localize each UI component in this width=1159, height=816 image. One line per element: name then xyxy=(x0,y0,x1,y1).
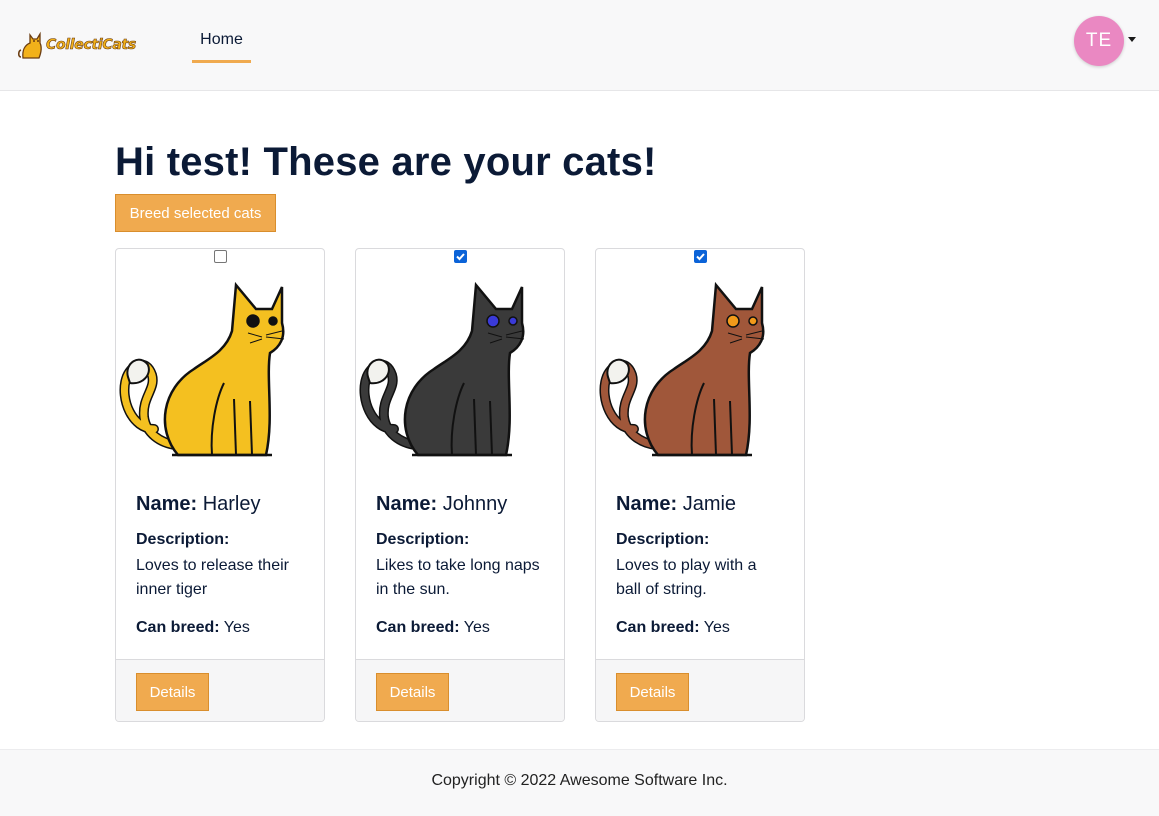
can-breed-value: Yes xyxy=(463,619,490,636)
cat-card: Name: Jamie Description: Loves to play w… xyxy=(595,248,805,722)
cat-image xyxy=(119,281,285,457)
brand-logo-link[interactable]: CollectiCats xyxy=(17,30,137,60)
user-avatar[interactable]: TE xyxy=(1074,16,1124,66)
can-breed-value: Yes xyxy=(223,619,250,636)
card-footer: Details xyxy=(596,659,804,721)
card-footer: Details xyxy=(356,659,564,721)
cat-name-line: Name: Harley xyxy=(136,493,261,516)
description-label: Description: xyxy=(376,531,470,548)
cat-image xyxy=(359,281,525,457)
cat-card: Name: Johnny Description: Likes to take … xyxy=(355,248,565,722)
page-footer: Copyright © 2022 Awesome Software Inc. xyxy=(0,749,1159,816)
name-label: Name: xyxy=(616,493,678,515)
cat-description: Loves to release their inner tiger xyxy=(136,557,289,598)
details-button[interactable]: Details xyxy=(376,673,449,711)
cat-name-line: Name: Jamie xyxy=(616,493,736,516)
breed-selected-cats-button[interactable]: Breed selected cats xyxy=(115,194,276,232)
can-breed-line: Can breed: Yes xyxy=(616,619,730,637)
description-label: Description: xyxy=(136,531,230,548)
cat-logo-icon xyxy=(17,31,42,59)
page-title: Hi test! These are your cats! xyxy=(115,140,657,184)
description-label: Description: xyxy=(616,531,710,548)
cat-name: Harley xyxy=(202,493,261,515)
can-breed-line: Can breed: Yes xyxy=(136,619,250,637)
can-breed-label: Can breed: xyxy=(136,619,220,636)
copyright-text: Copyright © 2022 Awesome Software Inc. xyxy=(431,772,728,789)
details-button[interactable]: Details xyxy=(616,673,689,711)
can-breed-label: Can breed: xyxy=(616,619,700,636)
brand-name: CollectiCats xyxy=(46,37,137,54)
can-breed-value: Yes xyxy=(703,619,730,636)
select-cat-checkbox[interactable] xyxy=(214,250,227,263)
cat-description: Likes to take long naps in the sun. xyxy=(376,557,540,598)
cat-name: Johnny xyxy=(442,493,508,515)
cat-name: Jamie xyxy=(682,493,737,515)
can-breed-line: Can breed: Yes xyxy=(376,619,490,637)
can-breed-label: Can breed: xyxy=(376,619,460,636)
cat-image xyxy=(599,281,765,457)
select-cat-checkbox[interactable] xyxy=(694,250,707,263)
user-menu-caret-icon[interactable] xyxy=(1128,37,1136,42)
name-label: Name: xyxy=(136,493,198,515)
details-button[interactable]: Details xyxy=(136,673,209,711)
cat-card: Name: Harley Description: Loves to relea… xyxy=(115,248,325,722)
navbar: CollectiCats Home TE xyxy=(0,0,1159,91)
card-footer: Details xyxy=(116,659,324,721)
cat-name-line: Name: Johnny xyxy=(376,493,507,516)
cat-description: Loves to play with a ball of string. xyxy=(616,557,757,598)
select-cat-checkbox[interactable] xyxy=(454,250,467,263)
nav-home-link[interactable]: Home xyxy=(192,28,251,63)
name-label: Name: xyxy=(376,493,438,515)
